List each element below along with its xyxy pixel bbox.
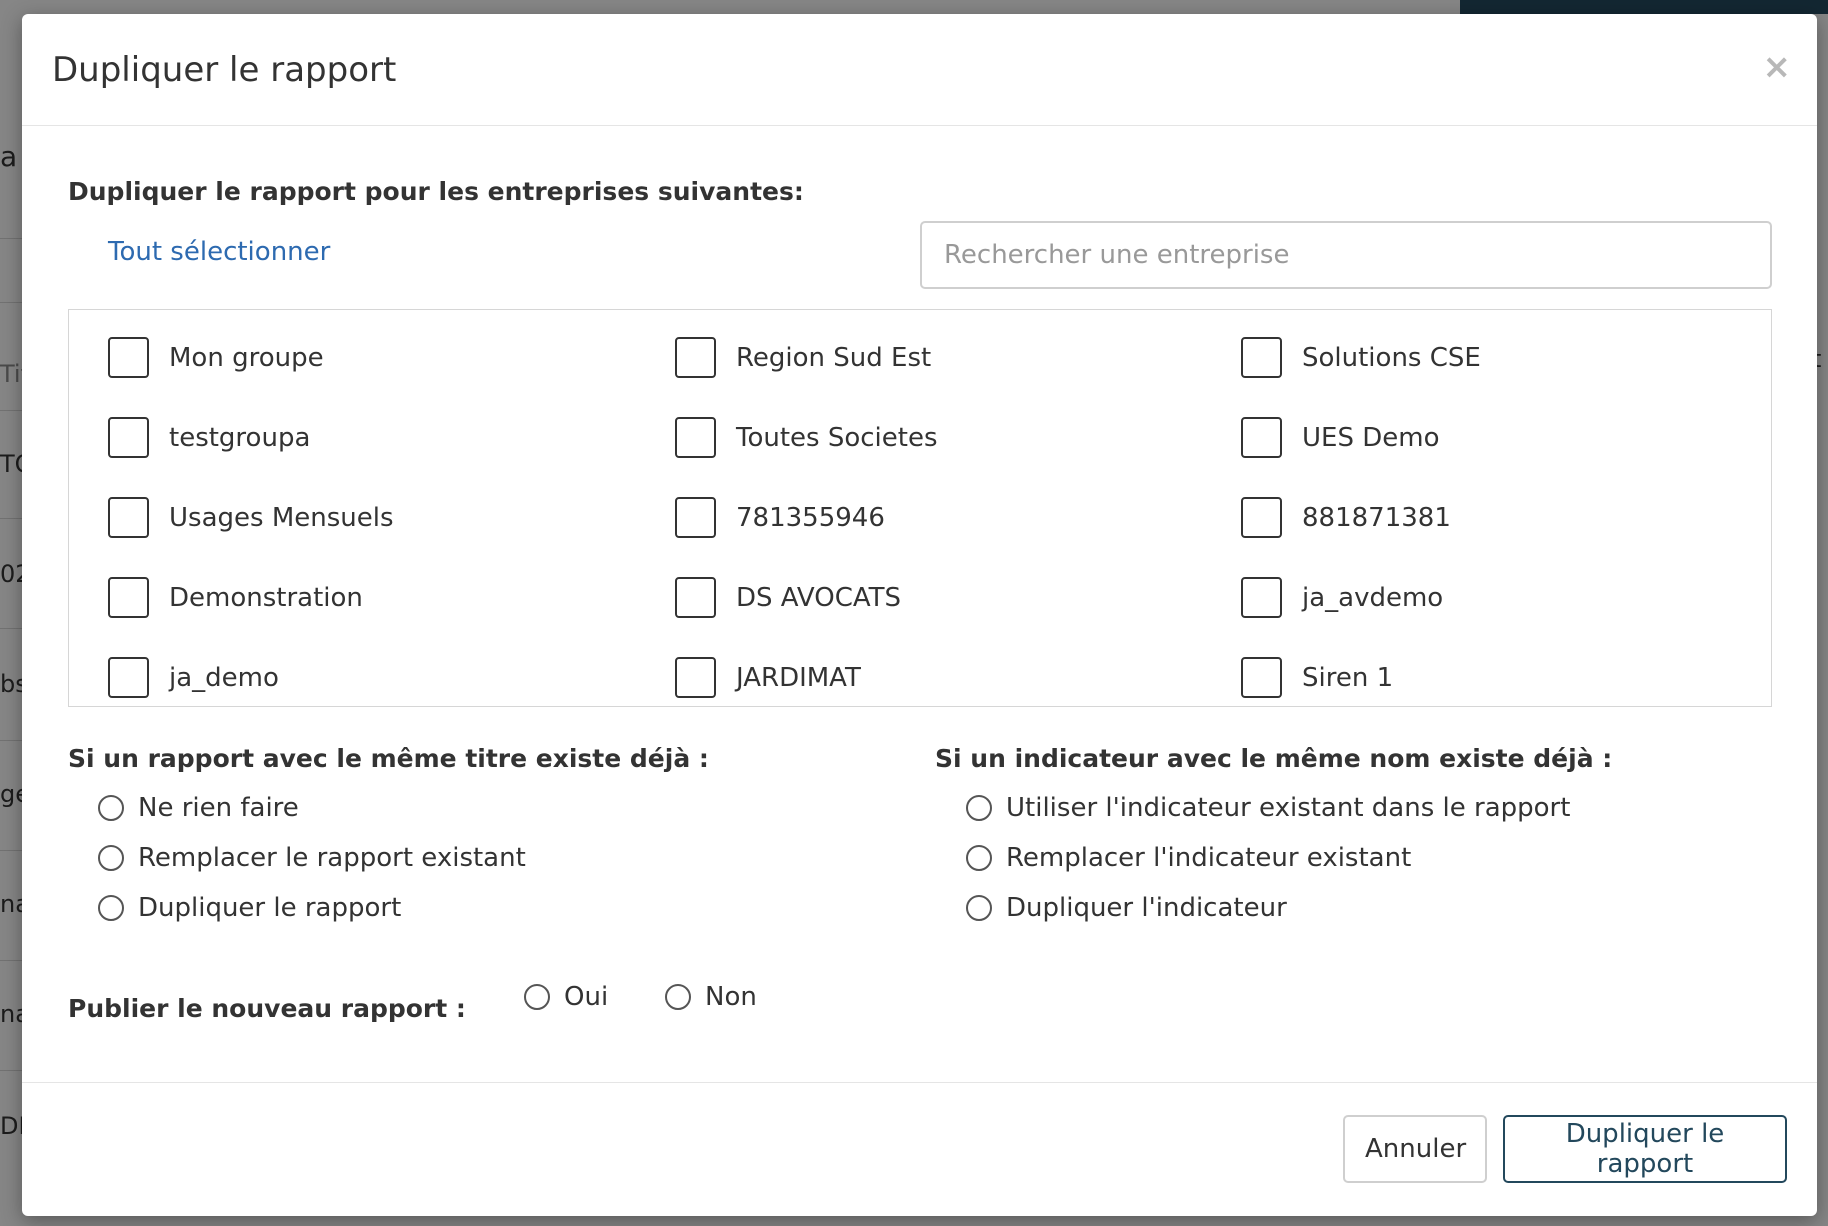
company-checkbox[interactable] [108,337,149,378]
modal-header: Dupliquer le rapport × [22,14,1817,126]
company-option[interactable]: 781355946 [675,497,885,538]
cancel-button[interactable]: Annuler [1343,1115,1487,1183]
indicator-conflict-heading: Si un indicateur avec le même nom existe… [935,744,1613,773]
company-checkbox[interactable] [108,497,149,538]
company-option[interactable]: 881871381 [1241,497,1451,538]
radio-label: Utiliser l'indicateur existant dans le r… [1006,793,1571,823]
duplicate-report-dialog: Dupliquer le rapport × Dupliquer le rapp… [22,14,1817,1216]
company-checkbox[interactable] [675,577,716,618]
company-label: Usages Mensuels [169,502,394,533]
company-option[interactable]: UES Demo [1241,417,1439,458]
radio-indicator-replace[interactable]: Remplacer l'indicateur existant [966,843,1411,873]
company-label: Mon groupe [169,342,324,373]
company-label: 881871381 [1302,502,1451,533]
radio-button[interactable] [966,795,992,821]
company-label: JARDIMAT [736,662,861,693]
company-label: DS AVOCATS [736,582,902,613]
company-option[interactable]: Demonstration [108,577,363,618]
company-search-input[interactable] [920,221,1772,289]
radio-label: Non [705,982,757,1012]
modal-title: Dupliquer le rapport [52,50,397,90]
radio-label: Remplacer le rapport existant [138,843,526,873]
radio-label: Oui [564,982,609,1012]
company-label: ja_avdemo [1302,582,1444,613]
company-label: Toutes Societes [736,422,938,453]
company-option[interactable]: ja_avdemo [1241,577,1443,618]
company-checkbox[interactable] [1241,577,1282,618]
modal-body: Dupliquer le rapport pour les entreprise… [22,127,1817,1082]
company-label: Solutions CSE [1302,342,1481,373]
radio-button[interactable] [966,845,992,871]
report-conflict-heading: Si un rapport avec le même titre existe … [68,744,709,773]
company-option[interactable]: testgroupa [108,417,310,458]
select-all-link[interactable]: Tout sélectionner [108,237,330,267]
company-option[interactable]: Siren 1 [1241,657,1393,698]
company-label: UES Demo [1302,422,1440,453]
company-option[interactable]: JARDIMAT [675,657,861,698]
company-checkbox[interactable] [108,417,149,458]
publish-heading: Publier le nouveau rapport : [68,994,466,1023]
company-option[interactable]: Usages Mensuels [108,497,394,538]
radio-report-do-nothing[interactable]: Ne rien faire [98,793,299,823]
radio-label: Remplacer l'indicateur existant [1006,843,1412,873]
radio-report-duplicate[interactable]: Dupliquer le rapport [98,893,401,923]
company-option[interactable]: Mon groupe [108,337,324,378]
company-option[interactable]: Region Sud Est [675,337,931,378]
radio-button[interactable] [98,895,124,921]
radio-indicator-duplicate[interactable]: Dupliquer l'indicateur [966,893,1287,923]
company-checkbox[interactable] [1241,337,1282,378]
company-option[interactable]: Toutes Societes [675,417,938,458]
company-option[interactable]: DS AVOCATS [675,577,901,618]
company-checkbox[interactable] [1241,497,1282,538]
company-option[interactable]: ja_demo [108,657,279,698]
companies-heading: Dupliquer le rapport pour les entreprise… [68,177,804,206]
company-label: Region Sud Est [736,342,932,373]
radio-button[interactable] [665,984,691,1010]
company-label: 781355946 [736,502,885,533]
company-checkbox[interactable] [675,337,716,378]
radio-indicator-use-existing[interactable]: Utiliser l'indicateur existant dans le r… [966,793,1570,823]
company-option[interactable]: Solutions CSE [1241,337,1481,378]
radio-label: Dupliquer l'indicateur [1006,893,1287,923]
radio-button[interactable] [966,895,992,921]
radio-publish-yes[interactable]: Oui [524,982,608,1012]
radio-button[interactable] [524,984,550,1010]
company-checkbox[interactable] [108,577,149,618]
radio-label: Dupliquer le rapport [138,893,402,923]
radio-report-replace[interactable]: Remplacer le rapport existant [98,843,526,873]
close-icon[interactable]: × [1763,50,1792,84]
company-checkbox[interactable] [1241,657,1282,698]
company-checkbox[interactable] [108,657,149,698]
company-label: Demonstration [169,582,363,613]
modal-footer: Annuler Dupliquer le rapport [22,1082,1817,1216]
company-checkbox[interactable] [675,417,716,458]
radio-button[interactable] [98,845,124,871]
radio-publish-no[interactable]: Non [665,982,757,1012]
company-checkbox[interactable] [1241,417,1282,458]
radio-button[interactable] [98,795,124,821]
company-label: ja_demo [169,662,279,693]
radio-label: Ne rien faire [138,793,299,823]
company-checkbox[interactable] [675,657,716,698]
company-label: Siren 1 [1302,662,1394,693]
company-checkbox[interactable] [675,497,716,538]
duplicate-report-button[interactable]: Dupliquer le rapport [1503,1115,1787,1183]
company-label: testgroupa [169,422,311,453]
company-checkbox-list[interactable]: Mon groupe Region Sud Est Solutions CSE … [68,309,1772,707]
